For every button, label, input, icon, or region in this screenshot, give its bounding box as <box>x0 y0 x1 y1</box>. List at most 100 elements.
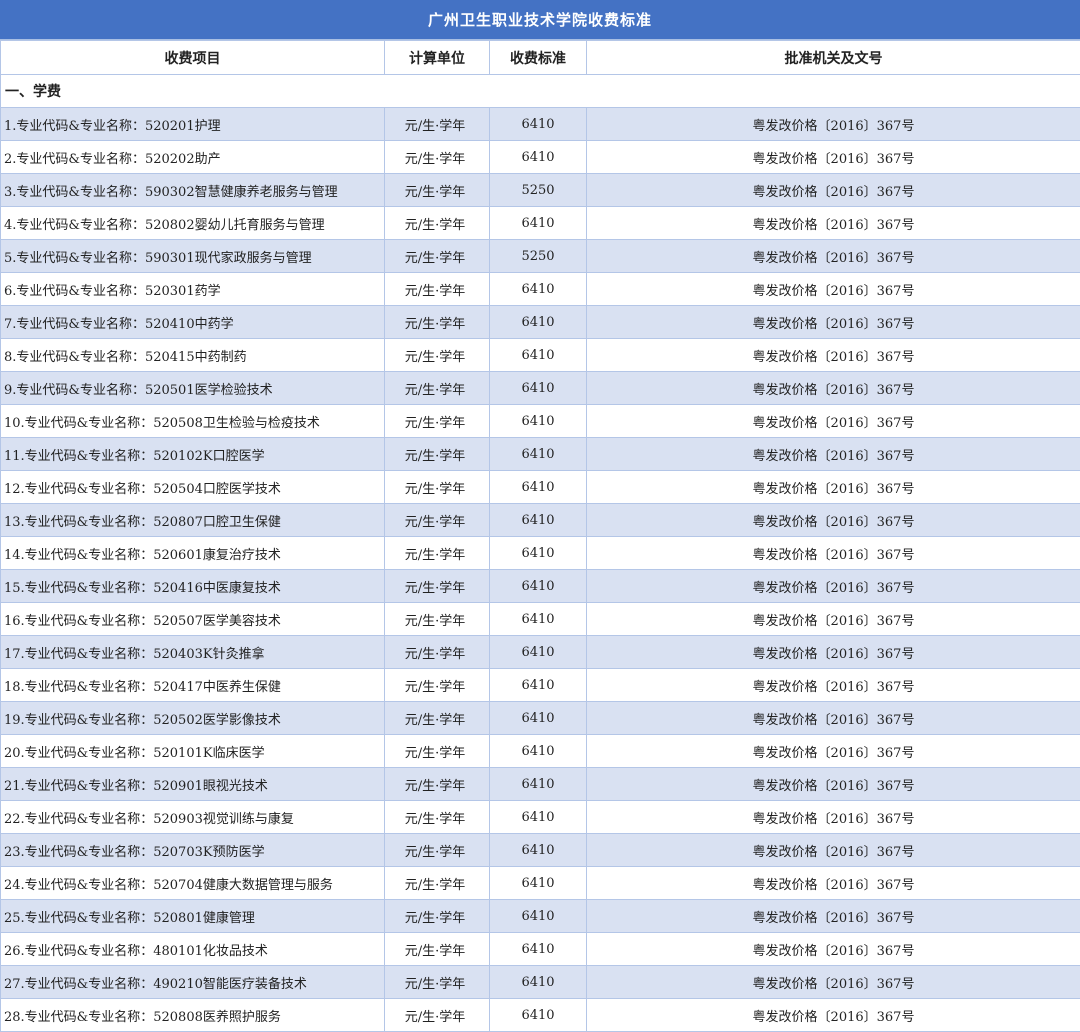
fee-item-cell: 13.专业代码&专业名称：520807口腔卫生保健 <box>1 504 385 537</box>
fee-item-cell: 24.专业代码&专业名称：520704健康大数据管理与服务 <box>1 867 385 900</box>
unit-cell: 元/生·学年 <box>385 570 490 603</box>
fee-standard-cell: 6410 <box>490 306 587 339</box>
table-row: 1.专业代码&专业名称：520201护理元/生·学年6410粤发改价格〔2016… <box>1 108 1080 141</box>
unit-cell: 元/生·学年 <box>385 735 490 768</box>
table-row: 28.专业代码&专业名称：520808医养照护服务元/生·学年6410粤发改价格… <box>1 999 1080 1032</box>
page-title: 广州卫生职业技术学院收费标准 <box>0 0 1080 40</box>
unit-cell: 元/生·学年 <box>385 669 490 702</box>
fee-standard-cell: 6410 <box>490 801 587 834</box>
table-row: 13.专业代码&专业名称：520807口腔卫生保健元/生·学年6410粤发改价格… <box>1 504 1080 537</box>
fee-standard-cell: 6410 <box>490 339 587 372</box>
table-row: 17.专业代码&专业名称：520403K针灸推拿元/生·学年6410粤发改价格〔… <box>1 636 1080 669</box>
table-row: 14.专业代码&专业名称：520601康复治疗技术元/生·学年6410粤发改价格… <box>1 537 1080 570</box>
fee-standard-cell: 6410 <box>490 768 587 801</box>
unit-cell: 元/生·学年 <box>385 372 490 405</box>
unit-cell: 元/生·学年 <box>385 636 490 669</box>
unit-cell: 元/生·学年 <box>385 834 490 867</box>
fee-standard-cell: 6410 <box>490 702 587 735</box>
table-row: 22.专业代码&专业名称：520903视觉训练与康复元/生·学年6410粤发改价… <box>1 801 1080 834</box>
fee-item-cell: 3.专业代码&专业名称：590302智慧健康养老服务与管理 <box>1 174 385 207</box>
table-row: 16.专业代码&专业名称：520507医学美容技术元/生·学年6410粤发改价格… <box>1 603 1080 636</box>
fee-standard-cell: 6410 <box>490 636 587 669</box>
fee-standard-cell: 6410 <box>490 372 587 405</box>
table-row: 20.专业代码&专业名称：520101K临床医学元/生·学年6410粤发改价格〔… <box>1 735 1080 768</box>
unit-cell: 元/生·学年 <box>385 867 490 900</box>
approval-cell: 粤发改价格〔2016〕367号 <box>587 801 1080 834</box>
fee-item-cell: 12.专业代码&专业名称：520504口腔医学技术 <box>1 471 385 504</box>
approval-cell: 粤发改价格〔2016〕367号 <box>587 636 1080 669</box>
approval-cell: 粤发改价格〔2016〕367号 <box>587 966 1080 999</box>
approval-cell: 粤发改价格〔2016〕367号 <box>587 933 1080 966</box>
fee-standard-cell: 6410 <box>490 537 587 570</box>
fee-standard-cell: 6410 <box>490 966 587 999</box>
fee-item-cell: 28.专业代码&专业名称：520808医养照护服务 <box>1 999 385 1032</box>
fee-standard-cell: 5250 <box>490 174 587 207</box>
unit-cell: 元/生·学年 <box>385 933 490 966</box>
table-row: 7.专业代码&专业名称：520410中药学元/生·学年6410粤发改价格〔201… <box>1 306 1080 339</box>
approval-cell: 粤发改价格〔2016〕367号 <box>587 141 1080 174</box>
fee-item-cell: 6.专业代码&专业名称：520301药学 <box>1 273 385 306</box>
approval-cell: 粤发改价格〔2016〕367号 <box>587 504 1080 537</box>
fee-standard-cell: 6410 <box>490 570 587 603</box>
table-row: 4.专业代码&专业名称：520802婴幼儿托育服务与管理元/生·学年6410粤发… <box>1 207 1080 240</box>
table-header-row: 收费项目 计算单位 收费标准 批准机关及文号 <box>1 41 1080 75</box>
approval-cell: 粤发改价格〔2016〕367号 <box>587 834 1080 867</box>
table-row: 3.专业代码&专业名称：590302智慧健康养老服务与管理元/生·学年5250粤… <box>1 174 1080 207</box>
approval-cell: 粤发改价格〔2016〕367号 <box>587 702 1080 735</box>
fee-standard-cell: 6410 <box>490 900 587 933</box>
unit-cell: 元/生·学年 <box>385 108 490 141</box>
table-row: 23.专业代码&专业名称：520703K预防医学元/生·学年6410粤发改价格〔… <box>1 834 1080 867</box>
fee-standard-cell: 6410 <box>490 108 587 141</box>
fee-item-cell: 19.专业代码&专业名称：520502医学影像技术 <box>1 702 385 735</box>
fee-item-cell: 2.专业代码&专业名称：520202助产 <box>1 141 385 174</box>
fee-item-cell: 16.专业代码&专业名称：520507医学美容技术 <box>1 603 385 636</box>
unit-cell: 元/生·学年 <box>385 504 490 537</box>
fee-item-cell: 14.专业代码&专业名称：520601康复治疗技术 <box>1 537 385 570</box>
unit-cell: 元/生·学年 <box>385 240 490 273</box>
approval-cell: 粤发改价格〔2016〕367号 <box>587 273 1080 306</box>
fee-standard-cell: 6410 <box>490 405 587 438</box>
fee-item-cell: 26.专业代码&专业名称：480101化妆品技术 <box>1 933 385 966</box>
approval-cell: 粤发改价格〔2016〕367号 <box>587 240 1080 273</box>
fee-item-cell: 1.专业代码&专业名称：520201护理 <box>1 108 385 141</box>
fee-standard-cell: 6410 <box>490 999 587 1032</box>
fee-standard-cell: 6410 <box>490 867 587 900</box>
table-row: 27.专业代码&专业名称：490210智能医疗装备技术元/生·学年6410粤发改… <box>1 966 1080 999</box>
table-row: 15.专业代码&专业名称：520416中医康复技术元/生·学年6410粤发改价格… <box>1 570 1080 603</box>
unit-cell: 元/生·学年 <box>385 207 490 240</box>
fee-item-cell: 23.专业代码&专业名称：520703K预防医学 <box>1 834 385 867</box>
fee-standard-cell: 6410 <box>490 834 587 867</box>
fee-standard-cell: 6410 <box>490 471 587 504</box>
unit-cell: 元/生·学年 <box>385 966 490 999</box>
approval-cell: 粤发改价格〔2016〕367号 <box>587 306 1080 339</box>
fee-item-cell: 11.专业代码&专业名称：520102K口腔医学 <box>1 438 385 471</box>
approval-cell: 粤发改价格〔2016〕367号 <box>587 867 1080 900</box>
column-header-unit: 计算单位 <box>385 41 490 75</box>
column-header-approval: 批准机关及文号 <box>587 41 1080 75</box>
fee-item-cell: 8.专业代码&专业名称：520415中药制药 <box>1 339 385 372</box>
approval-cell: 粤发改价格〔2016〕367号 <box>587 603 1080 636</box>
column-header-item: 收费项目 <box>1 41 385 75</box>
unit-cell: 元/生·学年 <box>385 900 490 933</box>
table-row: 18.专业代码&专业名称：520417中医养生保健元/生·学年6410粤发改价格… <box>1 669 1080 702</box>
fee-standard-cell: 6410 <box>490 438 587 471</box>
unit-cell: 元/生·学年 <box>385 768 490 801</box>
table-row: 12.专业代码&专业名称：520504口腔医学技术元/生·学年6410粤发改价格… <box>1 471 1080 504</box>
fee-item-cell: 7.专业代码&专业名称：520410中药学 <box>1 306 385 339</box>
fee-standard-cell: 6410 <box>490 933 587 966</box>
table-row: 21.专业代码&专业名称：520901眼视光技术元/生·学年6410粤发改价格〔… <box>1 768 1080 801</box>
section-title: 一、学费 <box>1 75 1080 108</box>
fee-standard-cell: 6410 <box>490 669 587 702</box>
fee-item-cell: 20.专业代码&专业名称：520101K临床医学 <box>1 735 385 768</box>
approval-cell: 粤发改价格〔2016〕367号 <box>587 669 1080 702</box>
fee-item-cell: 25.专业代码&专业名称：520801健康管理 <box>1 900 385 933</box>
approval-cell: 粤发改价格〔2016〕367号 <box>587 768 1080 801</box>
approval-cell: 粤发改价格〔2016〕367号 <box>587 438 1080 471</box>
fee-standard-cell: 6410 <box>490 273 587 306</box>
unit-cell: 元/生·学年 <box>385 306 490 339</box>
approval-cell: 粤发改价格〔2016〕367号 <box>587 570 1080 603</box>
unit-cell: 元/生·学年 <box>385 339 490 372</box>
unit-cell: 元/生·学年 <box>385 438 490 471</box>
table-row: 25.专业代码&专业名称：520801健康管理元/生·学年6410粤发改价格〔2… <box>1 900 1080 933</box>
unit-cell: 元/生·学年 <box>385 405 490 438</box>
